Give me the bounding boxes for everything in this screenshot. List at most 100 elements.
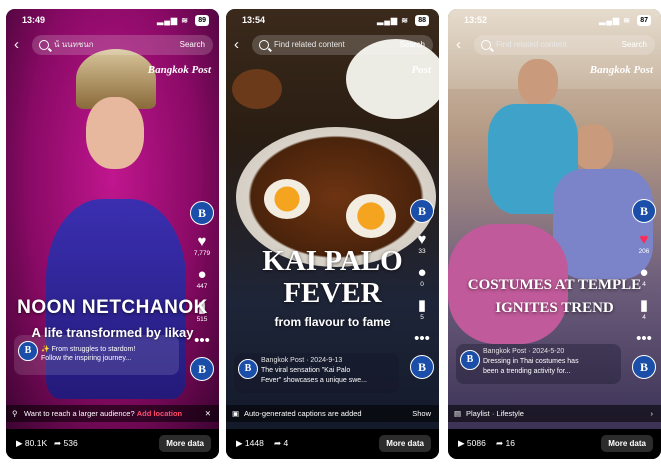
caption-card[interactable]: B Bangkok Post · 2024-5-20 Dressing in T…	[456, 344, 621, 384]
bottom-stats-bar: ▶ 1448 ➦ 4 More data	[226, 429, 439, 459]
search-button[interactable]: Search	[400, 35, 425, 55]
close-icon[interactable]: ✕	[205, 405, 211, 422]
search-icon	[259, 40, 269, 50]
caption-line-2: been a trending activity for...	[483, 368, 571, 375]
battery-indicator: 89	[195, 15, 209, 26]
signal-wifi-icon: ▂▄▆ ≋	[157, 16, 189, 25]
banner-text: Playlist · Lifestyle	[466, 409, 524, 418]
caption-line-2: Follow the inspiring journey...	[41, 355, 132, 362]
video-headline-line-1: KAI PALO	[262, 245, 403, 277]
status-time: 13:52	[464, 15, 488, 25]
profile-avatar[interactable]: B	[410, 199, 434, 223]
caption-header: Bangkok Post · 2024-9-13	[261, 357, 343, 364]
search-text: Find related content	[496, 40, 567, 49]
video-card-2[interactable]: 13:54 ▂▄▆ ≋ 88 ‹ Find related content Se…	[226, 9, 439, 459]
search-input[interactable]: น้ นนทชนก Search	[32, 35, 213, 55]
brand-watermark: Bangkok Post	[589, 64, 653, 76]
more-options-icon[interactable]: •••	[410, 331, 434, 347]
plays-stat: ▶ 80.1K	[16, 438, 48, 448]
show-captions-button[interactable]: Show	[412, 405, 431, 422]
sound-avatar[interactable]: B	[632, 355, 656, 379]
back-icon[interactable]: ‹	[456, 35, 461, 55]
video-headline: NOON NETCHANOK	[17, 297, 208, 318]
video-card-3[interactable]: 13:52 ▂▄▆ ≋ 87 ‹ Find related content Se…	[448, 9, 661, 459]
video-headline-line-2: FEVER	[283, 277, 382, 309]
chevron-right-icon[interactable]: ›	[651, 405, 654, 422]
comment-icon[interactable]: ●	[190, 267, 214, 283]
egg-half-right	[346, 194, 396, 238]
video-card-1[interactable]: 13:49 ▂▄▆ ≋ 89 ‹ น้ นนทชนก Search Bangko…	[6, 9, 219, 459]
shares-stat: ➦ 16	[496, 438, 515, 448]
more-data-button[interactable]: More data	[379, 435, 431, 452]
shares-count: 4	[283, 438, 289, 448]
search-icon	[39, 40, 49, 50]
side-bowl	[232, 69, 282, 109]
status-bar: 13:52 ▂▄▆ ≋ 87	[448, 15, 661, 29]
search-icon	[481, 40, 491, 50]
plays-stat: ▶ 1448	[236, 438, 264, 448]
more-data-button[interactable]: More data	[601, 435, 653, 452]
search-button[interactable]: Search	[180, 35, 205, 55]
heart-icon[interactable]: ♥	[190, 234, 214, 250]
sound-avatar[interactable]: B	[410, 355, 434, 379]
banner-text: Auto-generated captions are added	[244, 409, 362, 418]
banner-text: Want to reach a larger audience?	[24, 409, 135, 418]
performer-face	[86, 97, 144, 169]
brand-watermark: Post	[411, 64, 431, 76]
location-pin-icon: ⚲	[12, 409, 18, 418]
profile-avatar[interactable]: B	[190, 201, 214, 225]
playlist-icon: ▤	[454, 409, 462, 418]
bottom-stats-bar: ▶ 5086 ➦ 16 More data	[448, 429, 661, 459]
more-options-icon[interactable]: •••	[632, 331, 656, 347]
search-input[interactable]: Find related content Search	[474, 35, 655, 55]
caption-avatar: B	[18, 341, 38, 361]
search-text: น้ นนทชนก	[54, 40, 94, 49]
search-button[interactable]: Search	[622, 35, 647, 55]
battery-indicator: 88	[415, 15, 429, 26]
status-time: 13:49	[22, 15, 46, 25]
profile-avatar[interactable]: B	[632, 199, 656, 223]
add-location-link[interactable]: Add location	[137, 409, 182, 418]
plays-stat: ▶ 5086	[458, 438, 486, 448]
back-icon[interactable]: ‹	[234, 35, 239, 55]
back-icon[interactable]: ‹	[14, 35, 19, 55]
plays-count: 1448	[244, 438, 264, 448]
caption-avatar: B	[238, 359, 258, 379]
video-headline-line-2: IGNITES TREND	[495, 300, 614, 316]
caption-line-2: Fever" showcases a unique swe...	[261, 377, 367, 384]
search-row: ‹ Find related content Search	[232, 35, 433, 55]
caption-avatar: B	[460, 350, 480, 370]
plays-count: 5086	[466, 438, 486, 448]
caption-header: Bangkok Post · 2024-5-20	[483, 348, 565, 355]
status-bar: 13:49 ▂▄▆ ≋ 89	[6, 15, 219, 29]
location-banner[interactable]: ⚲ Want to reach a larger audience? Add l…	[6, 405, 219, 422]
shares-count: 16	[505, 438, 515, 448]
caption-card[interactable]: B Bangkok Post · 2024-9-13 The viral sen…	[234, 353, 399, 393]
person-face-2	[573, 124, 613, 170]
egg-half-left	[264, 179, 310, 219]
caption-card[interactable]: B ✨ From struggles to stardom! Follow th…	[14, 335, 179, 375]
more-data-button[interactable]: More data	[159, 435, 211, 452]
video-subhead: from flavour to fame	[274, 315, 391, 329]
shares-stat: ➦ 536	[54, 438, 78, 448]
shares-count: 536	[63, 438, 78, 448]
caption-line-1: ✨ From struggles to stardom!	[41, 346, 136, 353]
heart-icon[interactable]: ♥	[632, 232, 656, 248]
plays-count: 80.1K	[24, 438, 48, 448]
battery-indicator: 87	[637, 15, 651, 26]
sound-avatar[interactable]: B	[190, 357, 214, 381]
video-headline-line-1: COSTUMES AT TEMPLE	[467, 277, 642, 293]
search-input[interactable]: Find related content Search	[252, 35, 433, 55]
caption-line-1: The viral sensation "Kai Palo	[261, 367, 351, 374]
status-bar: 13:54 ▂▄▆ ≋ 88	[226, 15, 439, 29]
captions-icon: ▣	[232, 409, 240, 418]
search-row: ‹ น้ นนทชนก Search	[12, 35, 213, 55]
playlist-banner[interactable]: ▤ Playlist · Lifestyle ›	[448, 405, 661, 422]
shares-stat: ➦ 4	[274, 438, 289, 448]
captions-banner[interactable]: ▣ Auto-generated captions are added Show	[226, 405, 439, 422]
like-count: 206	[638, 248, 650, 255]
search-text: Find related content	[274, 40, 345, 49]
search-row: ‹ Find related content Search	[454, 35, 655, 55]
status-time: 13:54	[242, 15, 266, 25]
action-rail: B ♥ 7,779 ● 447 ▮ 515 ••• B	[190, 201, 214, 381]
